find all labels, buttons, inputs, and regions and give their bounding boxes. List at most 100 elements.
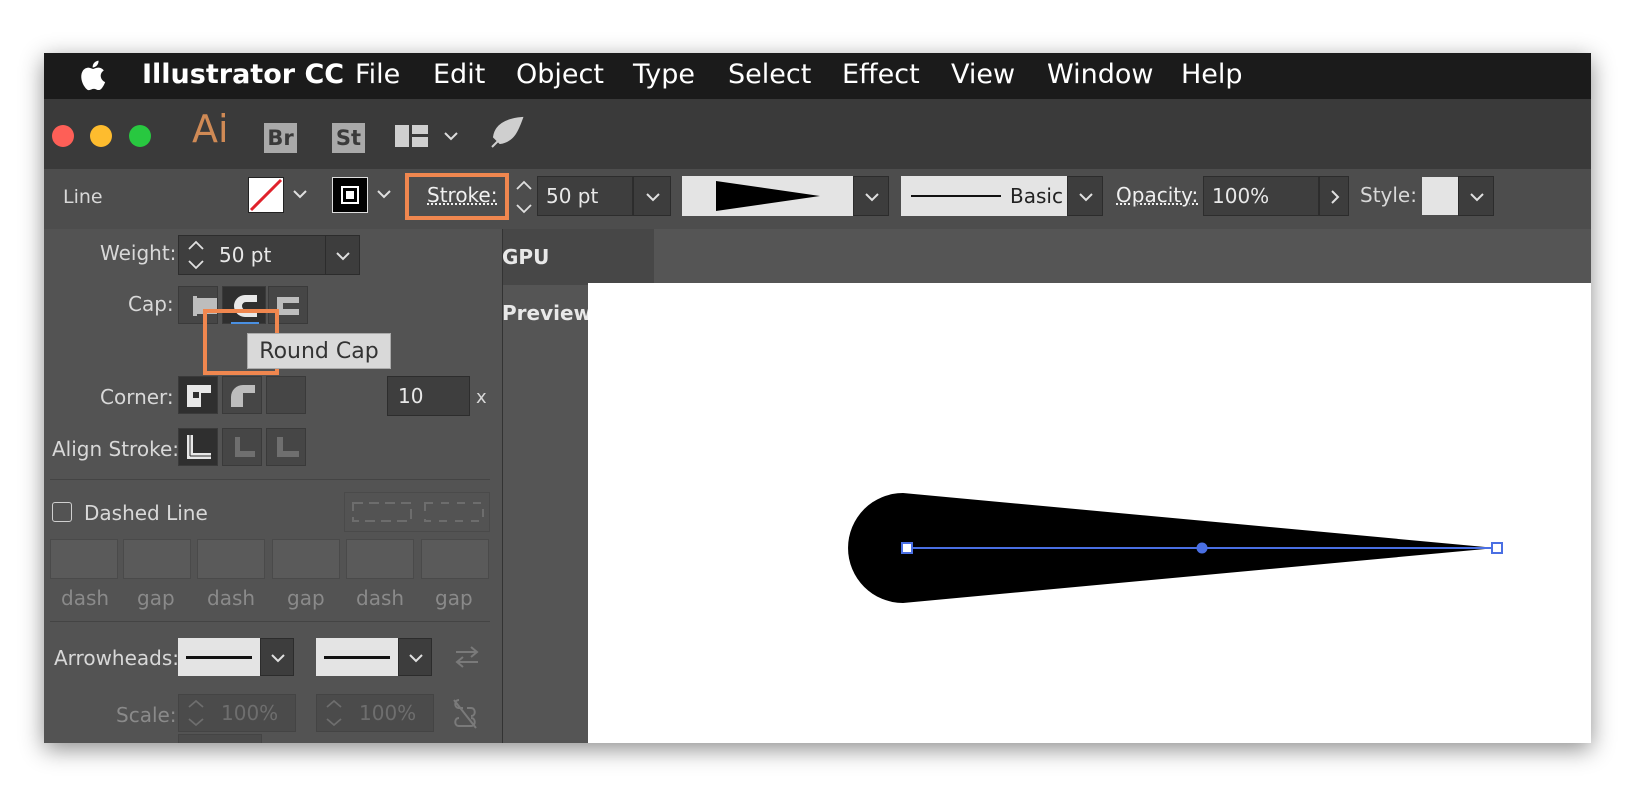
chevron-down-icon <box>409 654 423 663</box>
gap-1-input[interactable] <box>123 539 191 579</box>
minimize-window-button[interactable] <box>90 125 112 147</box>
stroke-weight-dropdown[interactable] <box>633 176 671 216</box>
arrowheads-label: Arrowheads: <box>54 646 180 670</box>
width-profile-preview[interactable] <box>682 176 853 216</box>
link-scale-icon[interactable] <box>450 696 480 730</box>
bevel-join-button[interactable] <box>266 376 306 414</box>
document-tab[interactable]: GPU Preview) <box>502 229 654 325</box>
round-join-button[interactable] <box>222 376 262 414</box>
end-scale-input[interactable]: 100% <box>316 694 434 732</box>
weight-stepper-icon[interactable] <box>183 238 209 272</box>
menu-help[interactable]: Help <box>1181 59 1243 90</box>
cap-label: Cap: <box>128 292 174 316</box>
menu-type[interactable]: Type <box>633 59 695 90</box>
artboard[interactable] <box>588 283 1591 743</box>
miter-join-button[interactable] <box>178 376 218 414</box>
weight-input[interactable]: 50 pt <box>178 235 326 275</box>
end-scale-value: 100% <box>359 701 417 725</box>
stroke-weight-input[interactable]: 50 pt <box>537 176 633 216</box>
gap-3-label: gap <box>435 586 473 610</box>
center-point[interactable] <box>1196 542 1208 554</box>
illustrator-window: Illustrator CC File Edit Object Type Sel… <box>44 53 1591 743</box>
menu-window[interactable]: Window <box>1047 59 1153 90</box>
start-arrowhead-dropdown[interactable] <box>260 638 294 676</box>
graphic-style-swatch[interactable] <box>1422 177 1458 215</box>
weight-label: Weight: <box>100 241 177 265</box>
chevron-down-icon <box>646 193 660 202</box>
stock-button[interactable]: St <box>332 123 365 153</box>
weight-stepper-icon[interactable] <box>513 177 535 217</box>
miter-limit-suffix: x <box>476 387 487 408</box>
brush-definition-field[interactable]: Basic <box>901 176 1067 216</box>
menu-effect[interactable]: Effect <box>842 59 920 90</box>
anchor-point-start[interactable] <box>901 542 913 554</box>
chevron-down-icon <box>865 193 879 202</box>
swap-arrowheads-icon[interactable] <box>452 643 482 671</box>
close-window-button[interactable] <box>52 125 74 147</box>
brush-dropdown[interactable] <box>1067 176 1103 216</box>
chevron-down-icon[interactable] <box>443 130 459 142</box>
menu-select[interactable]: Select <box>728 59 811 90</box>
workspace-icon[interactable] <box>394 123 430 149</box>
menu-bar: Illustrator CC File Edit Object Type Sel… <box>44 53 1591 99</box>
bridge-button[interactable]: Br <box>264 123 297 153</box>
start-arrowhead-select[interactable] <box>178 638 260 676</box>
width-profile-dropdown[interactable] <box>853 176 889 216</box>
no-arrowhead-line <box>324 656 390 659</box>
dash-1-label: dash <box>61 586 110 610</box>
object-type-label: Line <box>63 186 103 208</box>
apple-icon[interactable] <box>78 59 106 91</box>
fill-chevron-icon[interactable] <box>292 188 308 200</box>
start-scale-input[interactable]: 100% <box>178 694 296 732</box>
dash-2-label: dash <box>207 586 256 610</box>
sync-icon[interactable] <box>488 115 526 151</box>
dash-3-label: dash <box>356 586 405 610</box>
artwork <box>848 493 1503 603</box>
stroke-swatch[interactable] <box>332 177 368 213</box>
align-center-button[interactable] <box>178 428 218 466</box>
menu-object[interactable]: Object <box>516 59 604 90</box>
dash-alignment-group <box>344 492 490 532</box>
chevron-down-icon <box>1470 193 1484 202</box>
menu-file[interactable]: File <box>355 59 400 90</box>
fill-none-swatch[interactable] <box>248 177 284 213</box>
zoom-window-button[interactable] <box>129 125 151 147</box>
gap-3-input[interactable] <box>421 539 489 579</box>
align-outside-button[interactable] <box>266 428 306 466</box>
weight-value: 50 pt <box>219 243 272 267</box>
stroke-panel: Weight: 50 pt Cap: Corner: 10 x Align St… <box>44 229 503 743</box>
dashed-line-checkbox[interactable] <box>52 502 72 522</box>
dash-2-input[interactable] <box>197 539 265 579</box>
miter-limit-input[interactable]: 10 <box>387 376 470 416</box>
gap-2-input[interactable] <box>272 539 340 579</box>
application-bar: Ai Br St <box>44 99 1591 169</box>
weight-dropdown[interactable] <box>325 235 360 275</box>
opacity-label[interactable]: Opacity: <box>1116 183 1198 207</box>
no-arrowhead-line <box>186 656 252 659</box>
graphic-style-dropdown[interactable] <box>1458 176 1494 216</box>
round-join-icon <box>231 385 255 407</box>
stroke-panel-link[interactable]: Stroke: <box>427 183 497 207</box>
align-stroke-label: Align Stroke: <box>52 437 179 461</box>
round-cap-tooltip: Round Cap <box>247 333 391 369</box>
miter-join-icon <box>187 385 211 407</box>
align-inside-button[interactable] <box>222 428 262 466</box>
menu-view[interactable]: View <box>951 59 1015 90</box>
basic-brush-line <box>911 195 1001 197</box>
end-arrowhead-select[interactable] <box>316 638 398 676</box>
end-arrowhead-dropdown[interactable] <box>398 638 432 676</box>
opacity-slider-button[interactable] <box>1319 176 1349 216</box>
menu-app-name[interactable]: Illustrator CC <box>142 59 344 90</box>
align-arrow-input[interactable] <box>178 734 262 743</box>
dashed-line-label: Dashed Line <box>84 501 208 525</box>
menu-edit[interactable]: Edit <box>433 59 485 90</box>
dash-3-input[interactable] <box>346 539 414 579</box>
gap-1-label: gap <box>137 586 175 610</box>
opacity-input[interactable]: 100% <box>1203 176 1319 216</box>
preserve-dash-icon[interactable] <box>351 501 413 523</box>
corner-label: Corner: <box>100 385 174 409</box>
dash-1-input[interactable] <box>50 539 118 579</box>
align-dash-corners-icon[interactable] <box>423 501 485 523</box>
anchor-point-end[interactable] <box>1491 542 1503 554</box>
stroke-chevron-icon[interactable] <box>376 188 392 200</box>
